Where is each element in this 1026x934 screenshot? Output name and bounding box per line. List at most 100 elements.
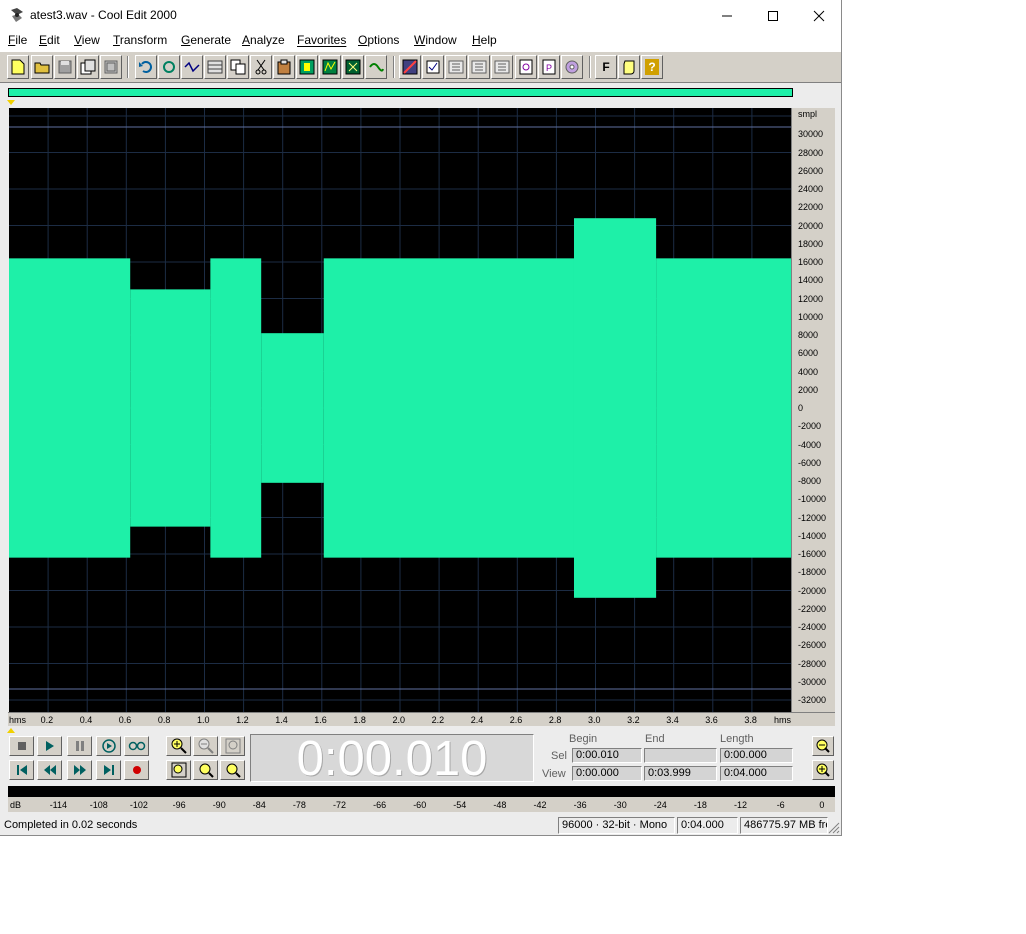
view2-button[interactable] [468, 55, 490, 79]
amplitude-tick-label: -8000 [798, 476, 822, 486]
trim-button[interactable] [296, 55, 318, 79]
view-length-field[interactable]: 0:04.000 [720, 766, 793, 781]
waveform-segment[interactable] [130, 289, 211, 527]
vertical-zoom-out-button[interactable] [812, 736, 834, 756]
go-to-start-button[interactable] [9, 760, 34, 780]
view3-button[interactable] [491, 55, 513, 79]
paste-button[interactable] [273, 55, 295, 79]
sel-end-field[interactable] [644, 748, 717, 763]
record-button[interactable] [124, 760, 149, 780]
waveform-segment[interactable] [210, 258, 262, 558]
favorites-button[interactable]: F [595, 55, 617, 79]
sel-row-label: Sel [551, 750, 567, 762]
cut-button[interactable] [250, 55, 272, 79]
zoom-right-button[interactable] [220, 760, 245, 780]
convert-button[interactable] [342, 55, 364, 79]
minimize-button[interactable] [704, 0, 750, 31]
playhead-marker[interactable] [7, 728, 15, 733]
go-to-end-button[interactable] [96, 760, 121, 780]
waveform-segment[interactable] [9, 258, 131, 558]
menu-generate[interactable]: Generate [181, 33, 231, 47]
noise-button[interactable] [319, 55, 341, 79]
meter-tick-label: -42 [533, 800, 547, 810]
zoom-full-button[interactable] [220, 736, 245, 756]
record-icon [132, 766, 141, 774]
help-icon: ? [645, 59, 659, 75]
waveform-segment[interactable] [656, 258, 791, 558]
waveform-segment[interactable] [323, 258, 574, 558]
save-button[interactable] [54, 55, 76, 79]
view-end-field[interactable]: 0:03.999 [644, 766, 717, 781]
fast-forward-button[interactable] [67, 760, 92, 780]
close-button[interactable] [796, 0, 841, 31]
close-file-button[interactable] [100, 55, 122, 79]
marker-button[interactable] [399, 55, 421, 79]
zoom-left-button[interactable] [193, 760, 218, 780]
cue-button[interactable] [515, 55, 537, 79]
overview-position-marker[interactable] [7, 100, 15, 105]
time-tick-label: 3.0 [588, 715, 601, 725]
menu-help[interactable]: Help [472, 33, 497, 47]
cut-icon [255, 59, 267, 75]
playlist-button[interactable]: P [538, 55, 560, 79]
stop-button[interactable] [9, 736, 34, 756]
meter-tick-label: -30 [613, 800, 627, 810]
menu-view[interactable]: View [74, 33, 100, 47]
main-toolbar: P F ? [0, 51, 841, 83]
envelope-button[interactable] [365, 55, 387, 79]
pause-button[interactable] [67, 736, 92, 756]
frequency-button[interactable] [204, 55, 226, 79]
zoom-selection-button[interactable] [166, 760, 191, 780]
waveform-overview-bar[interactable] [8, 88, 793, 97]
time-tick-label: 2.6 [509, 715, 523, 725]
menu-window[interactable]: Window [414, 33, 457, 47]
zoom-full-icon [225, 738, 240, 754]
rewind-button[interactable] [37, 760, 62, 780]
amplitude-tick-label: -6000 [798, 457, 822, 468]
new-file-icon [11, 59, 25, 75]
meter-tick-label: -12 [734, 800, 748, 810]
checkbox-view-button[interactable] [422, 55, 444, 79]
script-button[interactable] [618, 55, 640, 79]
vertical-zoom-in-button[interactable] [812, 760, 834, 780]
menu-options[interactable]: Options [358, 33, 399, 47]
mix-paste-button[interactable] [181, 55, 203, 79]
amplitude-tick-label: 4000 [798, 366, 819, 377]
maximize-button[interactable] [750, 0, 796, 31]
view1-button[interactable] [445, 55, 467, 79]
sel-begin-field[interactable]: 0:00.010 [572, 748, 642, 763]
menu-edit[interactable]: Edit [39, 33, 60, 47]
zoom-in-button[interactable] [166, 736, 191, 756]
play-to-end-button[interactable] [96, 736, 121, 756]
title-bar[interactable]: atest3.wav - Cool Edit 2000 [0, 0, 841, 31]
menu-file[interactable]: File [8, 33, 27, 47]
time-ruler[interactable]: hms 0.2 0.4 0.6 0.8 1.0 1.2 1.4 1.6 1.8 2.0 2.2 2.4 2… [8, 712, 835, 726]
cd-button[interactable] [561, 55, 583, 79]
amplitude-tick-label: -30000 [798, 676, 827, 687]
amplitude-tick-label: 2000 [798, 384, 819, 395]
waveform-segment[interactable] [573, 218, 657, 598]
zoom-out-button[interactable] [193, 736, 218, 756]
menu-transform[interactable]: Transform [113, 33, 167, 47]
copy-button[interactable] [227, 55, 249, 79]
time-tick-label: 1.6 [314, 715, 327, 725]
resize-grip-icon[interactable] [828, 822, 840, 834]
loop-button[interactable] [124, 736, 149, 756]
repeat-button[interactable] [158, 55, 180, 79]
meter-tick-label: -24 [653, 800, 667, 810]
sel-length-field[interactable]: 0:00.000 [720, 748, 793, 763]
status-bar: Completed in 0.02 seconds 96000 · 32-bit… [0, 816, 841, 835]
help-button[interactable]: ? [641, 55, 663, 79]
new-file-button[interactable] [7, 55, 29, 79]
save-all-button[interactable] [77, 55, 99, 79]
view-begin-field[interactable]: 0:00.000 [572, 766, 642, 781]
menu-favorites[interactable]: Favorites [297, 33, 346, 47]
amplitude-tick-label: -26000 [798, 640, 827, 651]
waveform-display[interactable] [9, 108, 791, 712]
open-button[interactable] [31, 55, 53, 79]
menu-analyze[interactable]: Analyze [242, 33, 285, 47]
go-to-start-icon [16, 765, 27, 775]
waveform-segment[interactable] [261, 333, 324, 483]
undo-button[interactable] [135, 55, 157, 79]
play-button[interactable] [37, 736, 62, 756]
